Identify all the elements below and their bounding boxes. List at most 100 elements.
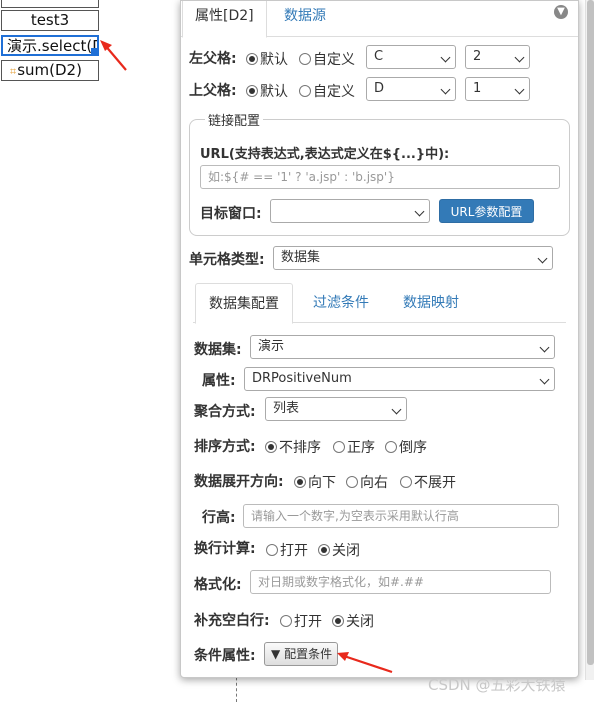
select-value: 数据集 [281,250,321,265]
cell-type-select[interactable]: 数据集 [273,246,553,270]
inner-tab-bar: 数据集配置 过滤条件 数据映射 [193,283,566,324]
url-input[interactable]: 如:${# == '1' ? 'a.jsp' : 'b.jsp'} [200,165,560,189]
radio-label: 向下 [308,475,336,491]
format-label: 格式化: [194,577,242,593]
cell-d3-text: sum(D2) [17,61,82,79]
tab-properties[interactable]: 属性[D2] [182,1,267,38]
sort-asc-radio[interactable]: 正序 [333,437,375,457]
wrap-calc-off-radio[interactable]: 关闭 [318,540,360,560]
radio-icon [333,441,345,453]
radio-icon [385,441,397,453]
fill-blank-label: 补充空白行: [194,613,270,629]
radio-icon [346,476,358,488]
radio-icon [332,615,344,627]
attribute-label: 属性: [202,373,236,389]
top-parent-custom-radio[interactable]: 自定义 [299,81,355,101]
left-parent-row-select[interactable]: 2 [465,45,530,69]
radio-label: 倒序 [399,440,427,456]
selection-handle[interactable] [91,48,97,54]
attribute-select[interactable]: DRPositiveNum [244,367,555,391]
row-height-input[interactable]: 请输入一个数字,为空表示采用默认行高 [243,504,559,528]
radio-icon [294,476,306,488]
radio-label: 向右 [360,475,388,491]
chevron-down-icon [537,253,548,264]
tab-filter-conditions[interactable]: 过滤条件 [300,283,382,324]
radio-label: 打开 [294,614,322,630]
left-parent-column-select[interactable]: C [366,45,456,69]
fill-blank-on-radio[interactable]: 打开 [280,611,322,631]
radio-icon [299,53,311,65]
filter-icon: ▼ [271,647,281,661]
wrap-calc-label: 换行计算: [194,541,256,557]
sort-none-radio[interactable]: 不排序 [265,437,321,457]
radio-icon [246,85,258,97]
select-value: 2 [473,49,482,64]
link-config-fieldset: 链接配置 URL(支持表达式,表达式定义在${...}中): 如:${# == … [189,110,570,236]
radio-label: 默认 [260,52,288,68]
radio-icon [246,53,258,65]
cell-strip-top [1,0,99,8]
url-label: URL(支持表达式,表达式定义在${...}中): [200,147,450,162]
aggregate-label: 聚合方式: [194,404,256,420]
select-value: C [374,49,384,64]
top-parent-default-radio[interactable]: 默认 [246,81,288,101]
fill-blank-off-radio[interactable]: 关闭 [332,611,374,631]
cell-type-label: 单元格类型: [189,252,265,268]
select-value: 演示 [258,339,285,354]
tab-data-mapping[interactable]: 数据映射 [390,283,472,324]
expand-right-radio[interactable]: 向右 [346,472,388,492]
tab-datasource[interactable]: 数据源 [272,1,338,38]
chevron-down-icon [539,342,550,353]
panel-tab-bar: 属性[D2] 数据源 ▼ [181,1,578,38]
radio-icon [318,544,330,556]
chevron-down-icon [391,404,402,415]
link-config-legend: 链接配置 [205,110,264,129]
expand-down-radio[interactable]: 向下 [294,472,336,492]
chevron-down-icon [440,84,451,95]
target-window-select[interactable] [270,199,430,223]
radio-label: 打开 [280,543,308,559]
top-parent-column-select[interactable]: D [366,77,456,101]
chevron-down-icon [414,206,425,217]
cell-d2-selected[interactable]: 演示.select(D [1,35,99,56]
wrap-calc-on-radio[interactable]: 打开 [266,540,308,560]
radio-label: 正序 [347,440,375,456]
dataset-select[interactable]: 演示 [250,335,555,359]
chevron-down-icon [514,84,525,95]
row-height-label: 行高: [202,510,236,526]
condition-label: 条件属性: [194,648,256,664]
url-param-config-button[interactable]: URL参数配置 [439,199,534,223]
aggregate-select[interactable]: 列表 [265,397,407,421]
top-parent-label: 上父格: [189,83,237,99]
radio-icon [280,615,292,627]
watermark: CSDN @五彩大铁猿 [428,676,566,694]
radio-label: 不排序 [279,440,321,456]
select-value: 列表 [273,401,300,416]
radio-label: 自定义 [313,52,355,68]
collapse-icon[interactable]: ▼ [554,5,568,19]
top-parent-row-select[interactable]: 1 [465,77,530,101]
radio-label: 关闭 [332,543,360,559]
config-condition-button[interactable]: ▼ 配置条件 [264,642,338,666]
radio-icon [266,544,278,556]
expand-direction-label: 数据展开方向: [194,474,284,490]
left-parent-custom-radio[interactable]: 自定义 [299,49,355,69]
dataset-label: 数据集: [194,342,242,358]
tab-dataset-config[interactable]: 数据集配置 [195,283,293,324]
target-window-label: 目标窗口: [200,206,262,222]
select-value: D [374,81,385,96]
cell-d3[interactable]: ⌗sum(D2) [1,60,99,81]
radio-icon [400,476,412,488]
select-value: DRPositiveNum [252,371,352,386]
sort-label: 排序方式: [194,439,256,455]
sort-desc-radio[interactable]: 倒序 [385,437,427,457]
cell-d1[interactable]: test3 [1,10,99,31]
panel-scrollbar[interactable] [585,0,594,680]
left-parent-default-radio[interactable]: 默认 [246,49,288,69]
chevron-down-icon [539,374,550,385]
radio-label: 默认 [260,84,288,100]
expand-none-radio[interactable]: 不展开 [400,472,456,492]
scrollbar-thumb[interactable] [587,0,594,665]
format-input[interactable]: 对日期或数字格式化，如#.## [250,570,551,594]
chevron-down-icon [514,52,525,63]
